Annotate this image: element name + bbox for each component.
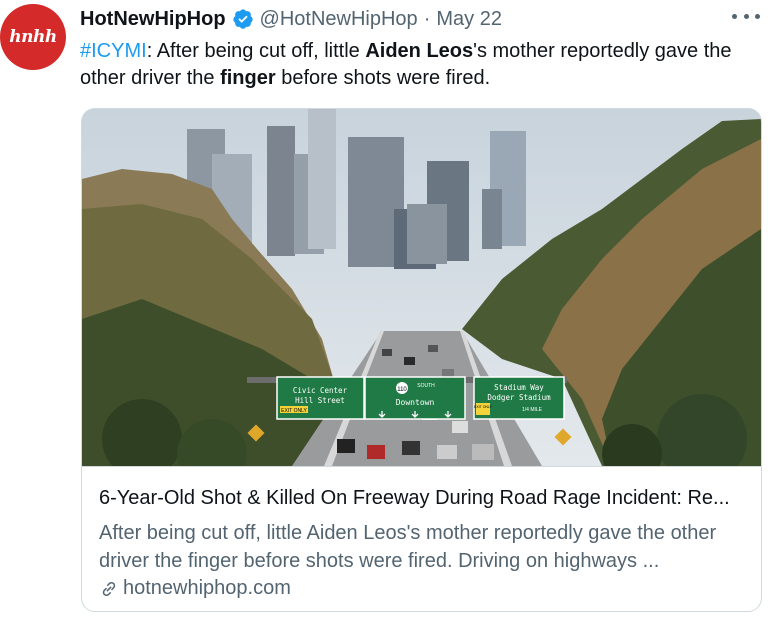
tweet-date[interactable]: May 22 [436, 8, 502, 31]
card-text-area[interactable]: 6-Year-Old Shot & Killed On Freeway Duri… [82, 466, 761, 611]
avatar-text: hnhh [9, 27, 57, 47]
svg-text:1/4 MILE: 1/4 MILE [522, 407, 543, 413]
author-name[interactable]: HotNewHipHop [80, 8, 226, 31]
svg-text:Downtown: Downtown [396, 398, 435, 407]
card-image[interactable]: Civic Center Hill Street EXIT ONLY 110 S… [82, 109, 761, 489]
svg-text:EXIT ONLY: EXIT ONLY [474, 405, 493, 409]
sign-civic-center: Civic Center Hill Street EXIT ONLY [276, 376, 365, 420]
svg-text:Stadium Way: Stadium Way [494, 383, 544, 392]
card-domain-text[interactable]: hotnewhiphop.com [123, 577, 291, 600]
author-handle[interactable]: @HotNewHipHop [260, 8, 418, 31]
more-options-icon[interactable] [732, 6, 760, 26]
link-card[interactable]: Civic Center Hill Street EXIT ONLY 110 S… [81, 108, 762, 612]
hashtag-link[interactable]: #ICYMI [80, 40, 147, 62]
tweet-text: #ICYMI: After being cut off, little Aide… [80, 38, 760, 92]
svg-text:Hill Street: Hill Street [295, 396, 345, 405]
tweet-text-part: before shots were fired. [275, 67, 491, 89]
separator-dot: · [423, 7, 431, 30]
svg-text:SOUTH: SOUTH [417, 383, 435, 389]
avatar[interactable]: hnhh [0, 4, 66, 70]
link-icon [102, 581, 116, 596]
svg-text:EXIT ONLY: EXIT ONLY [281, 408, 307, 414]
tweet-text-part: : After being cut off, little [146, 40, 366, 62]
tweet-text-bold: Aiden Leos [365, 40, 474, 62]
tweet-text-bold: finger [220, 67, 276, 89]
card-description: After being cut off, little Aiden Leos's… [99, 522, 717, 572]
freeway-photo: Civic Center Hill Street EXIT ONLY 110 S… [82, 109, 761, 489]
svg-text:Civic Center: Civic Center [293, 386, 348, 395]
sign-dodger-stadium: Stadium Way Dodger Stadium EXIT ONLY 1/4… [473, 376, 565, 420]
svg-text:Dodger Stadium: Dodger Stadium [487, 393, 551, 402]
card-title[interactable]: 6-Year-Old Shot & Killed On Freeway Duri… [99, 487, 749, 510]
sign-downtown: 110 SOUTH Downtown [364, 376, 466, 420]
card-domain[interactable]: hotnewhiphop.com [99, 577, 291, 600]
verified-badge-icon [232, 9, 253, 29]
svg-text:110: 110 [397, 387, 407, 393]
tweet-header: HotNewHipHop @HotNewHipHop · May 22 [80, 6, 502, 32]
